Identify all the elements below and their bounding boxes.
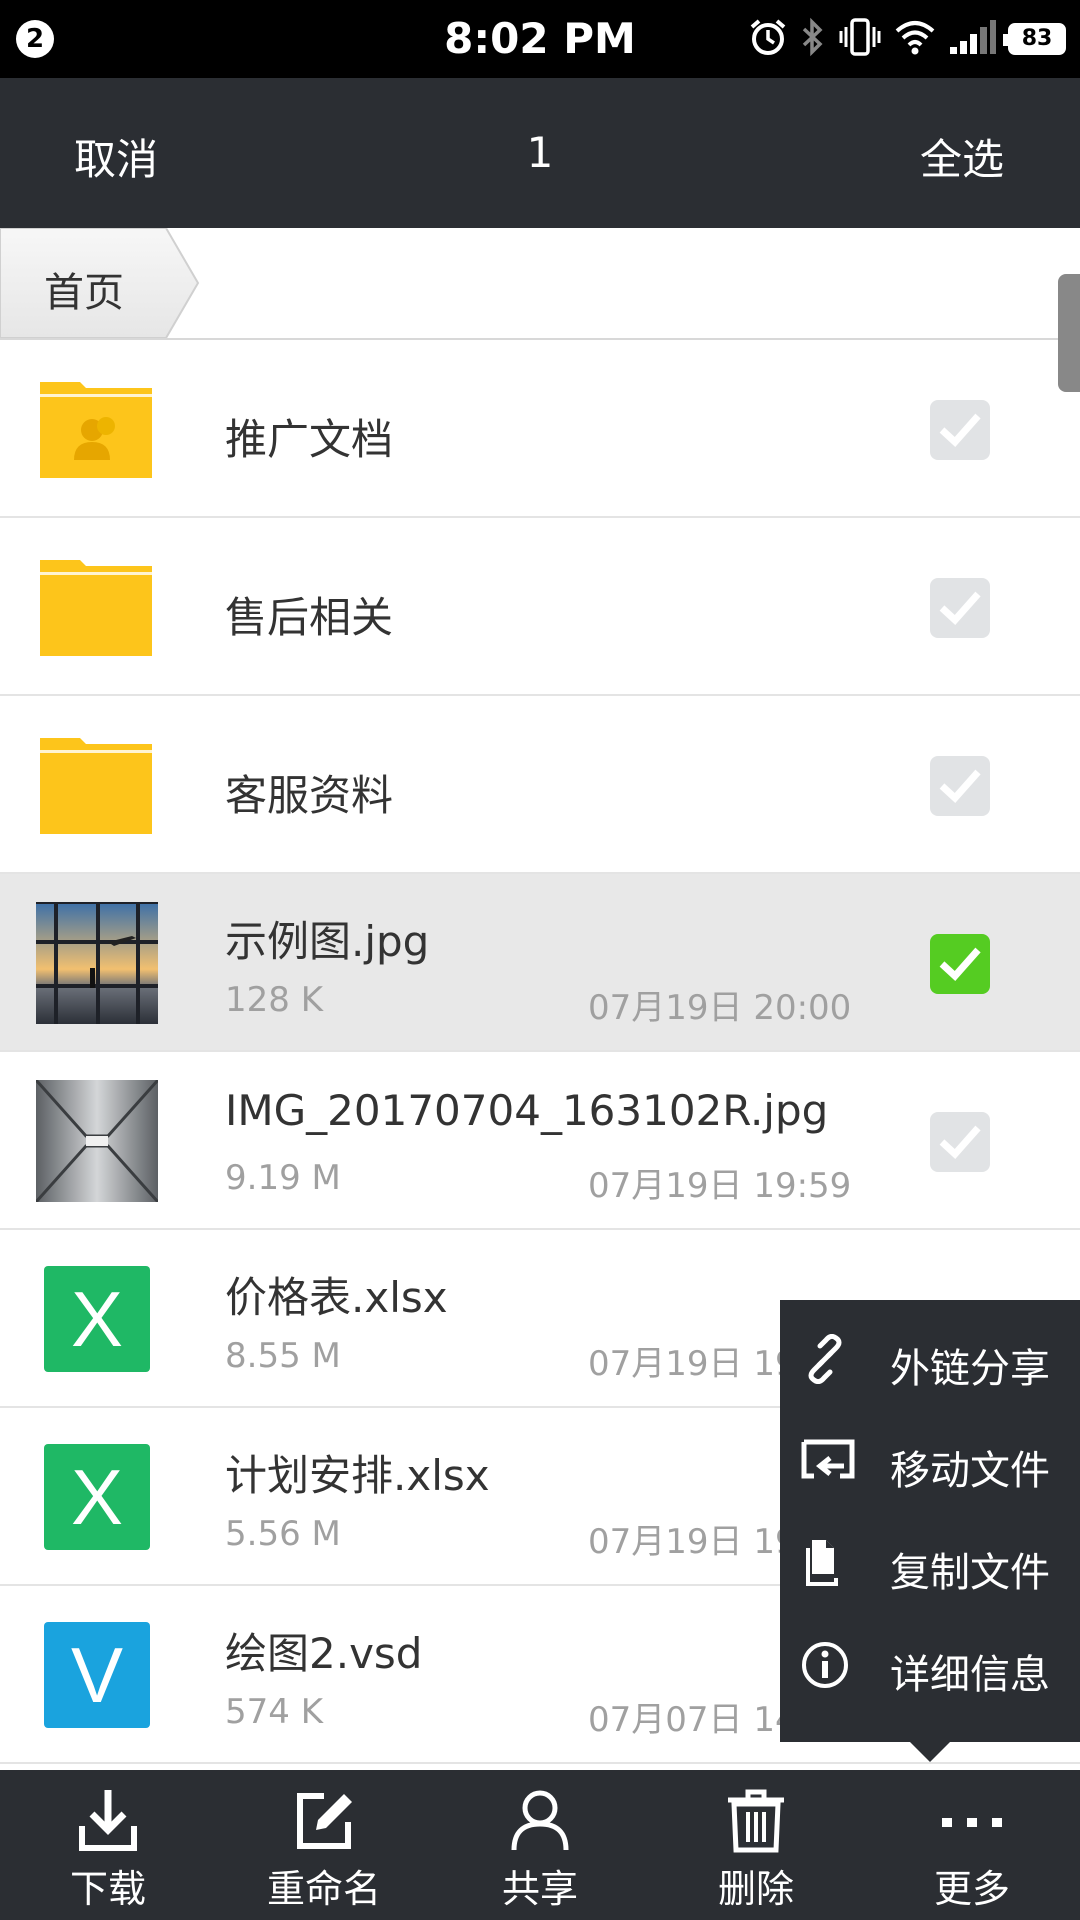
checkbox[interactable] [930, 400, 990, 460]
menu-item-link-share[interactable]: 外链分享 [780, 1308, 1080, 1408]
excel-file-icon: X [44, 1444, 150, 1550]
delete-button[interactable]: 删除 [648, 1770, 864, 1920]
signal-icon [948, 19, 996, 59]
bluetooth-icon [800, 17, 826, 61]
file-size: 9.19 M [225, 1158, 341, 1198]
file-name: 计划安排.xlsx [225, 1451, 490, 1500]
image-thumbnail [36, 900, 158, 1024]
folder-icon [36, 546, 158, 668]
checkbox[interactable] [930, 578, 990, 638]
toolbar-label: 删除 [717, 1867, 794, 1911]
file-name: 示例图.jpg [225, 917, 430, 966]
breadcrumb-home-label: 首页 [44, 270, 124, 316]
download-icon [79, 1790, 137, 1851]
menu-item-move-file[interactable]: 移动文件 [780, 1410, 1080, 1510]
file-name: IMG_20170704_163102R.jpg [225, 1086, 829, 1135]
visio-file-icon: V [44, 1622, 150, 1728]
rename-icon [297, 1793, 352, 1849]
file-size: 128 K [225, 980, 323, 1020]
move-file-icon [800, 1436, 855, 1486]
toolbar-label: 下载 [69, 1867, 146, 1911]
file-name: 售后相关 [225, 593, 394, 642]
selection-action-bar: 取消 1 全选 [0, 78, 1080, 228]
wifi-icon [894, 19, 936, 59]
file-date: 07月19日 19 [588, 1522, 797, 1562]
file-name: 推广文档 [225, 415, 394, 464]
shared-folder-icon [36, 368, 158, 490]
rename-button[interactable]: 重命名 [216, 1770, 432, 1920]
file-size: 574 K [225, 1692, 323, 1732]
link-icon [800, 1333, 850, 1385]
menu-item-details[interactable]: 详细信息 [780, 1614, 1080, 1714]
copy-file-icon [800, 1538, 850, 1588]
file-size: 8.55 M [225, 1336, 341, 1376]
folder-icon [36, 724, 158, 846]
status-bar: 2 8:02 PM 83 [0, 0, 1080, 78]
file-date: 07月19日 19:59 [588, 1166, 852, 1206]
bottom-toolbar: 下载 重命名 共享 删除 更多 [0, 1770, 1080, 1920]
download-button[interactable]: 下载 [0, 1770, 216, 1920]
list-item[interactable]: 推广文档 [0, 340, 1080, 518]
checkbox[interactable] [930, 756, 990, 816]
toolbar-label: 共享 [501, 1867, 578, 1911]
toolbar-label: 更多 [933, 1867, 1010, 1911]
file-date: 07月19日 20:00 [588, 988, 852, 1028]
breadcrumb-home[interactable]: 首页 [0, 228, 200, 338]
file-name: 价格表.xlsx [225, 1273, 448, 1322]
file-name: 绘图2.vsd [225, 1629, 423, 1678]
menu-item-label: 移动文件 [890, 1448, 1050, 1494]
alarm-icon [748, 17, 788, 61]
file-date: 07月19日 19 [588, 1344, 797, 1384]
info-icon [800, 1640, 850, 1690]
popup-arrow [908, 1740, 952, 1762]
excel-file-icon: X [44, 1266, 150, 1372]
list-item[interactable]: IMG_20170704_163102R.jpg 9.19 M 07月19日 1… [0, 1052, 1080, 1230]
more-popup-menu: 外链分享 移动文件 复制文件 详细信息 [780, 1300, 1080, 1742]
status-icons: 83 [748, 16, 1066, 62]
file-name: 客服资料 [225, 771, 394, 820]
list-item[interactable]: 售后相关 [0, 518, 1080, 696]
image-thumbnail [34, 1079, 160, 1203]
checkbox[interactable] [930, 1112, 990, 1172]
file-size: 5.56 M [225, 1514, 341, 1554]
vibrate-icon [838, 17, 882, 61]
file-date: 07月07日 14 [588, 1700, 797, 1740]
battery-icon: 83 [1003, 23, 1066, 55]
share-user-icon [511, 1790, 569, 1851]
list-item[interactable]: 客服资料 [0, 696, 1080, 874]
menu-item-label: 详细信息 [890, 1652, 1050, 1698]
share-button[interactable]: 共享 [432, 1770, 648, 1920]
menu-item-label: 复制文件 [890, 1550, 1050, 1596]
checkbox-checked[interactable] [930, 934, 990, 994]
menu-item-label: 外链分享 [890, 1346, 1050, 1392]
menu-item-copy-file[interactable]: 复制文件 [780, 1512, 1080, 1612]
toolbar-label: 重命名 [266, 1867, 381, 1911]
list-item[interactable]: 示例图.jpg 128 K 07月19日 20:00 [0, 874, 1080, 1052]
breadcrumb: 首页 [0, 228, 1080, 340]
trash-icon [728, 1789, 784, 1853]
more-button[interactable]: 更多 [864, 1770, 1080, 1920]
scroll-handle[interactable] [1058, 274, 1080, 392]
selected-count: 1 [526, 128, 554, 177]
more-icon [942, 1818, 1002, 1827]
select-all-button[interactable]: 全选 [920, 126, 1004, 187]
